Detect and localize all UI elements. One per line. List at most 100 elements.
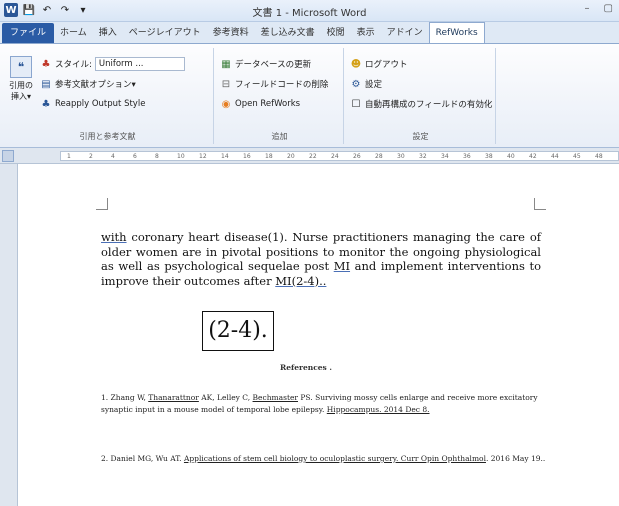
refworks-icon: ◉ [221,98,231,110]
ruler-tick: 24 [331,153,339,160]
ruler-tick: 18 [265,153,273,160]
style-icon: ♣ [41,58,51,70]
ruler-tick: 14 [221,153,229,160]
tab-addins[interactable]: アドイン [381,23,429,43]
ref1-journal-link: Hippocampus. 2014 Dec 8. [326,405,430,414]
window-title: 文書 1 - Microsoft Word [252,8,367,19]
ruler-tick: 20 [287,153,295,160]
group-extras: ▦ データベースの更新 ⊟ フィールドコードの削除 ◉ Open RefWork… [216,48,344,144]
checkbox-icon: ☐ [351,98,361,110]
ruler-tick: 4 [111,153,115,160]
auto-update-label: 自動再構成のフィールドの有効化 [365,100,493,110]
ruler-tick: 22 [309,153,317,160]
ruler-tick: 10 [177,153,185,160]
margin-corner-left [96,198,108,210]
tab-mailings[interactable]: 差し込み文書 [255,23,321,43]
update-database-button[interactable]: ▦ データベースの更新 [220,56,311,72]
ref2-part-a: 2. Daniel MG, Wu AT. [101,454,184,463]
tab-home[interactable]: ホーム [54,23,93,43]
group-settings-label: 設定 [412,132,429,141]
group-citations-label: 引用と参考文献 [79,132,136,141]
ruler-tick: 2 [89,153,93,160]
minimize-button[interactable]: – [585,3,590,14]
ruler-tick: 34 [441,153,449,160]
ribbon-tabs: ファイル ホーム 挿入 ページレイアウト 参考資料 差し込み文書 校閲 表示 ア… [0,22,619,44]
remove-field-codes-button[interactable]: ⊟ フィールドコードの削除 [220,76,329,92]
reapply-style-button[interactable]: ♣ Reapply Output Style [40,96,146,112]
ref1-author-link: Thanarattnor [148,393,199,402]
horizontal-ruler[interactable]: 1 2 4 6 8 10 12 14 16 18 20 22 24 26 28 30 32 34 36 38 40 42 4… [0,148,619,164]
style-selector[interactable]: ♣ スタイル: Uniform ... [40,56,185,72]
logout-button[interactable]: ☻ ログアウト [350,56,408,72]
settings-button[interactable]: ⚙ 設定 [350,76,383,92]
maximize-button[interactable]: ▢ [604,3,613,14]
auto-update-checkbox[interactable]: ☐ 自動再構成のフィールドの有効化 [350,96,493,112]
tab-review[interactable]: 校閲 [321,23,351,43]
document-page[interactable]: with coronary heart disease(1). Nurse pr… [26,170,619,506]
ref2-title-link: Applications of stem cell biology to ocu… [183,454,486,463]
field-word-mi-citation: MI(2-4).. [275,273,327,288]
remove-field-label: フィールドコードの削除 [235,80,329,90]
insert-citation-label: 引用の 挿入▾ [9,81,33,101]
ruler-tick: 44 [551,153,559,160]
remove-field-icon: ⊟ [221,78,231,90]
insert-citation-button[interactable]: ❝ 引用の 挿入▾ [6,56,36,112]
citation-icon: ❝ [10,56,32,78]
group-extras-label: 追加 [271,132,288,141]
open-refworks-label: Open RefWorks [235,99,301,109]
ref1-part-b: AK, Lelley C, [198,393,253,402]
tab-references[interactable]: 参考資料 [207,23,255,43]
database-icon: ▦ [221,58,231,70]
ruler-tick: 40 [507,153,515,160]
bibliography-options-button[interactable]: ▤ 参考文献オプション▾ [40,76,136,92]
ruler-tick: 45 [573,153,581,160]
document-workspace: with coronary heart disease(1). Nurse pr… [0,164,619,506]
ruler-tick: 1 [67,153,71,160]
update-database-label: データベースの更新 [235,60,312,70]
user-icon: ☻ [350,58,362,70]
ruler-tick: 42 [529,153,537,160]
gear-icon: ⚙ [351,78,361,90]
bibliography-icon: ▤ [41,78,51,90]
style-label: スタイル: [55,60,92,70]
margin-corner-right [534,198,546,210]
field-word-with: with [101,230,127,244]
tab-refworks[interactable]: RefWorks [428,22,485,43]
group-settings: ☻ ログアウト ⚙ 設定 ☐ 自動再構成のフィールドの有効化 設定 [346,48,496,144]
ruler-tick: 32 [419,153,427,160]
ruler-tick: 12 [199,153,207,160]
tab-view[interactable]: 表示 [351,23,381,43]
reapply-label: Reapply Output Style [55,99,146,109]
ruler-tick: 30 [397,153,405,160]
settings-label: 設定 [365,80,383,90]
group-citations: ❝ 引用の 挿入▾ ♣ スタイル: Uniform ... ▤ 参考文献オプショ… [2,48,214,144]
tab-page-layout[interactable]: ページレイアウト [123,23,207,43]
bibliography-options-label: 参考文献オプション▾ [55,80,136,90]
ruler-scale: 1 2 4 6 8 10 12 14 16 18 20 22 24 26 28 30 32 34 36 38 40 42 4… [60,151,619,161]
ruler-tick: 36 [463,153,471,160]
citation-zoom-callout: (2-4). [202,311,274,351]
body-paragraph[interactable]: with coronary heart disease(1). Nurse pr… [101,230,541,288]
title-bar: W 💾 ↶ ↷ ▾ 文書 1 - Microsoft Word – ▢ [0,0,619,22]
ref1-author-link-2: Bechmaster [252,393,298,402]
tab-file[interactable]: ファイル [2,23,55,43]
ruler-tick: 8 [155,153,159,160]
tab-insert[interactable]: 挿入 [93,23,123,43]
style-dropdown[interactable]: Uniform ... [94,57,185,71]
reference-entry-1[interactable]: 1. Zhang W, Thanarattnor AK, Lelley C, B… [101,392,551,416]
field-word-mi: MI [333,259,351,273]
ref1-part-a: 1. Zhang W, [101,393,149,402]
ruler-tick: 6 [133,153,137,160]
ruler-tick: 48 [595,153,603,160]
ribbon-panel: ❝ 引用の 挿入▾ ♣ スタイル: Uniform ... ▤ 参考文献オプショ… [0,44,619,148]
reference-entry-2[interactable]: 2. Daniel MG, Wu AT. Applications of ste… [101,453,551,465]
logout-label: ログアウト [365,60,408,70]
ruler-tick: 28 [375,153,383,160]
open-refworks-button[interactable]: ◉ Open RefWorks [220,96,300,112]
ref2-part-b: . 2016 May 19.. [485,454,546,463]
ruler-tick: 38 [485,153,493,160]
reapply-icon: ♣ [41,98,51,110]
vertical-ruler[interactable] [0,164,18,506]
tab-selector-icon[interactable] [2,150,14,162]
references-heading: References . [280,363,332,372]
